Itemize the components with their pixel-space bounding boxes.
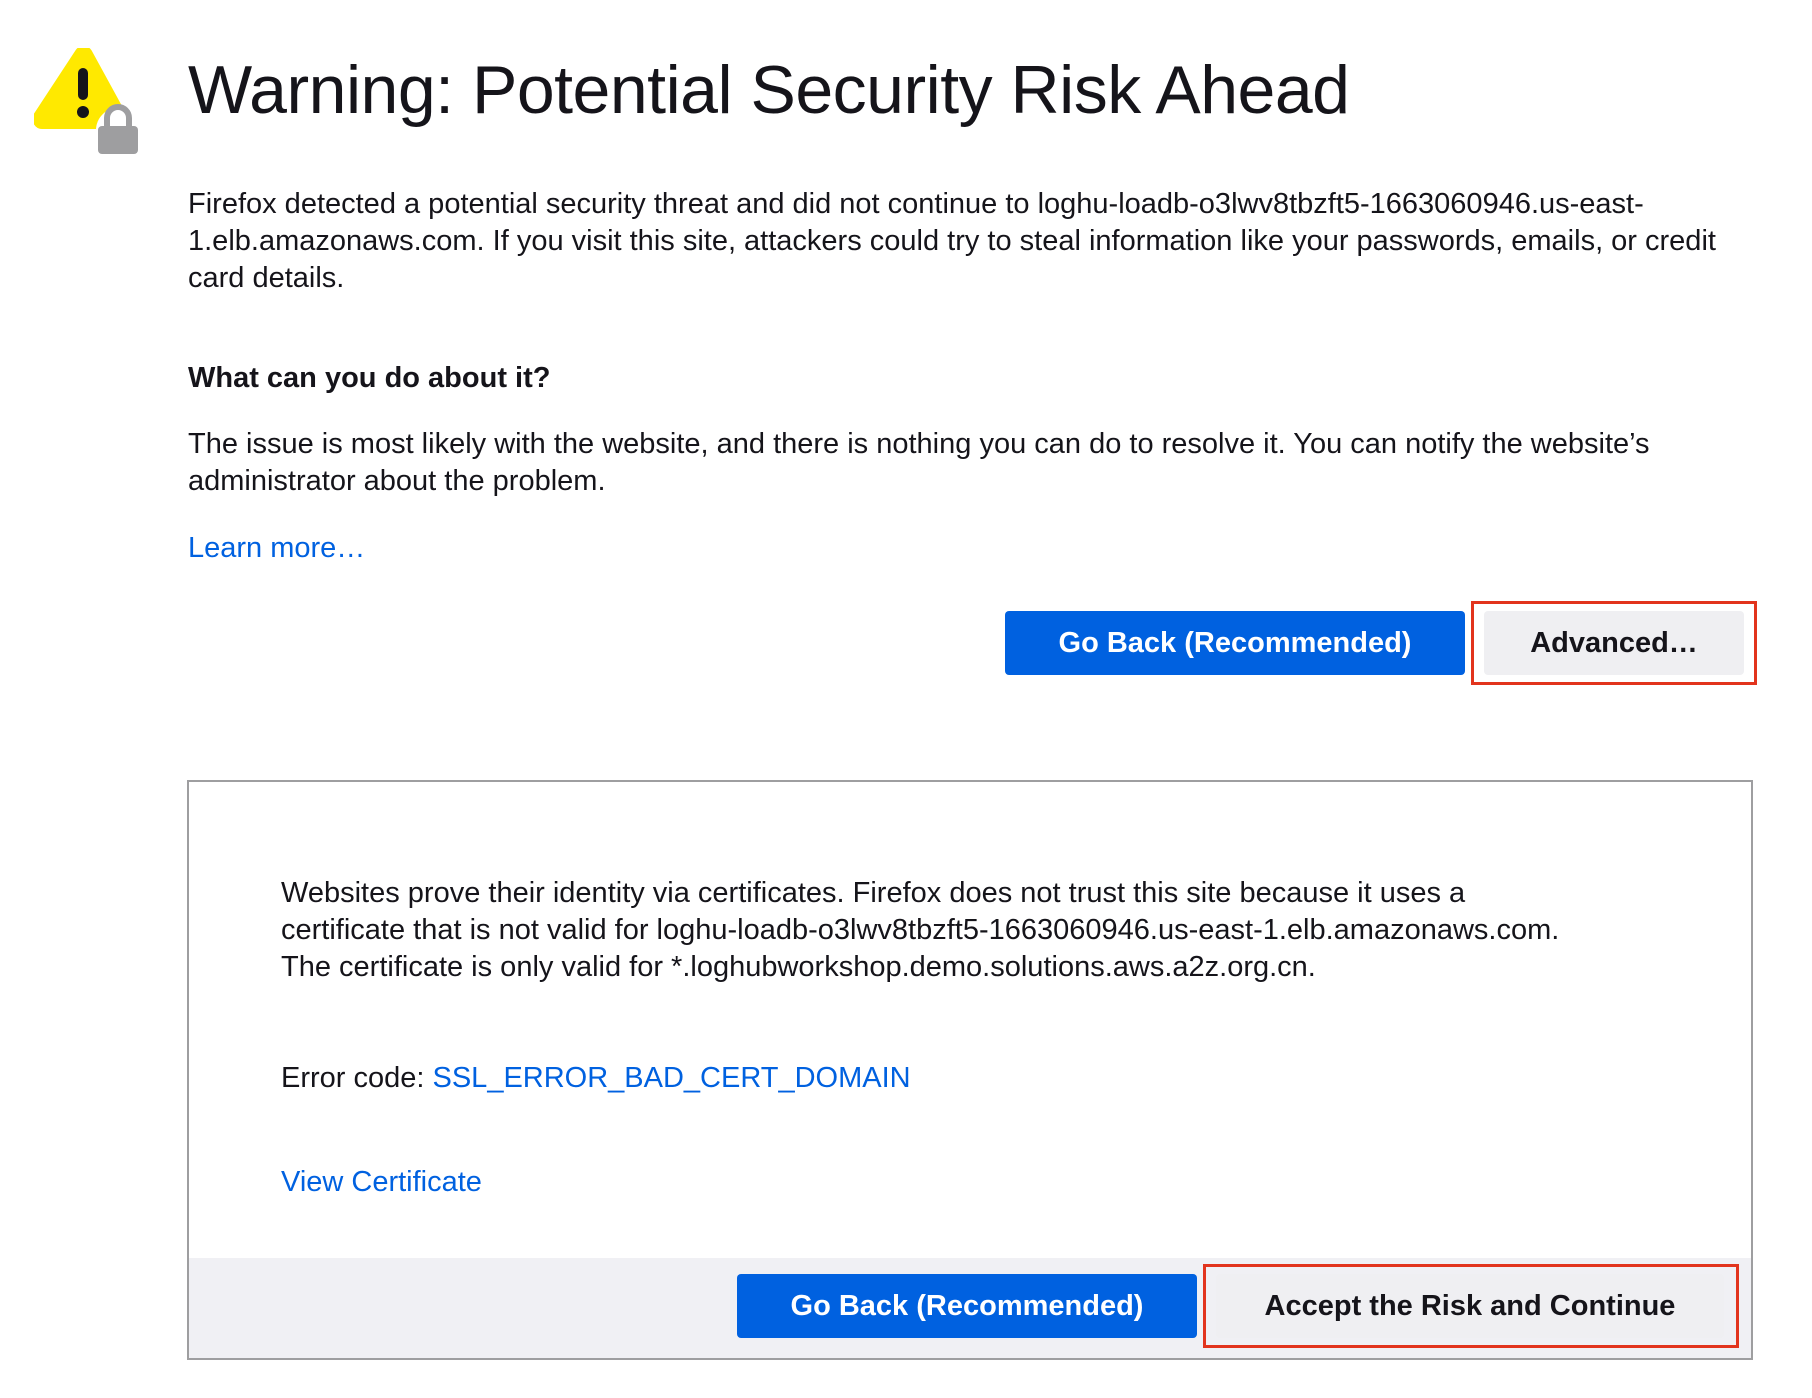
- go-back-button-panel[interactable]: Go Back (Recommended): [737, 1274, 1197, 1338]
- section-heading: What can you do about it?: [188, 362, 551, 394]
- intro-text: Firefox detected a potential security th…: [188, 188, 1716, 294]
- issue-text: The issue is most likely with the websit…: [188, 428, 1650, 497]
- page-title: Warning: Potential Security Risk Ahead: [188, 52, 1350, 128]
- error-code-link[interactable]: SSL_ERROR_BAD_CERT_DOMAIN: [433, 1062, 911, 1094]
- accept-button-highlight: [1203, 1264, 1739, 1348]
- advanced-panel: Websites prove their identity via certif…: [187, 780, 1753, 1360]
- view-certificate-link[interactable]: View Certificate: [281, 1164, 482, 1201]
- certificate-description: Websites prove their identity via certif…: [281, 877, 1560, 983]
- advanced-button-highlight: [1471, 601, 1757, 685]
- error-code-label: Error code:: [281, 1062, 433, 1094]
- learn-more-link[interactable]: Learn more…: [188, 530, 365, 567]
- panel-footer: Go Back (Recommended) Accept the Risk an…: [189, 1258, 1751, 1358]
- warning-lock-icon: [34, 48, 140, 154]
- go-back-button[interactable]: Go Back (Recommended): [1005, 611, 1465, 675]
- error-code-line: Error code: SSL_ERROR_BAD_CERT_DOMAIN: [281, 1060, 911, 1097]
